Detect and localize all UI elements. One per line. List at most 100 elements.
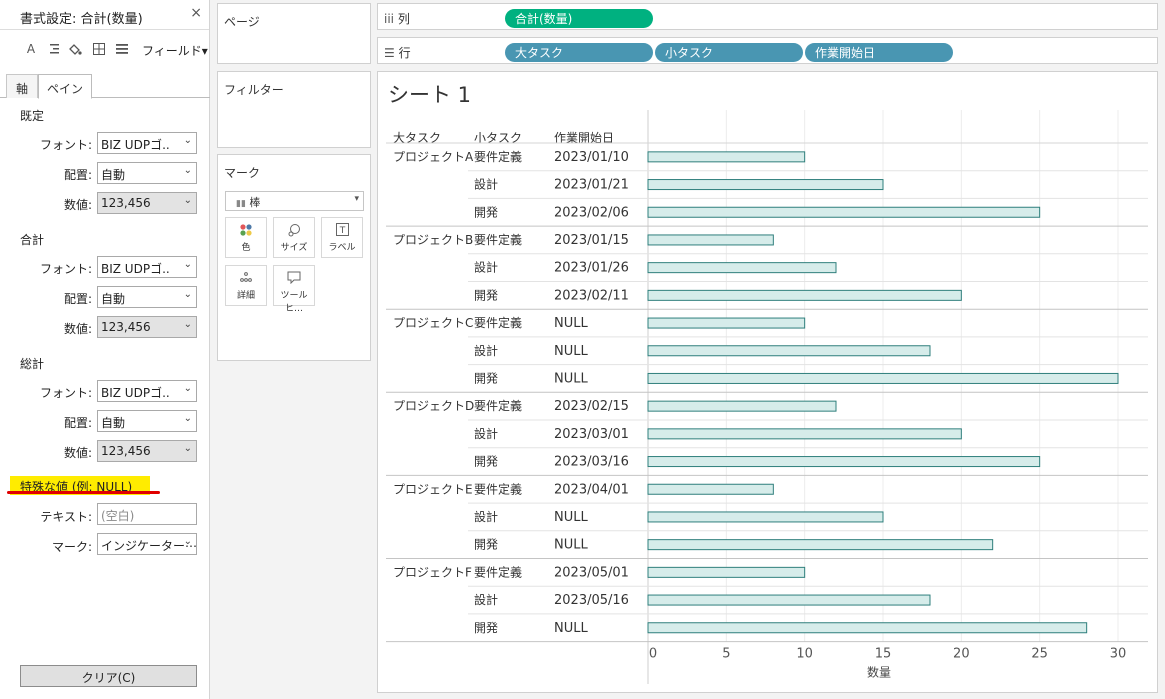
special-text-input[interactable]: (空白) xyxy=(97,503,197,525)
tooltip-button[interactable]: ツールヒ… xyxy=(273,265,315,314)
special-marks-dropdown[interactable]: インジケーター⋯ ⌄ xyxy=(97,533,197,555)
bar xyxy=(647,511,884,523)
font-dropdown[interactable]: BIZ UDPゴ.. ⌄ xyxy=(97,132,197,154)
row-task-label: 設計 xyxy=(474,592,498,607)
row-task-label: 要件定義 xyxy=(474,398,522,413)
row-date-label: NULL xyxy=(554,316,588,331)
filters-card[interactable]: フィルター xyxy=(217,71,371,148)
bar xyxy=(647,539,994,551)
font-dropdown[interactable]: BIZ UDPゴ.. ⌄ xyxy=(97,256,197,278)
detail-icon xyxy=(226,266,266,288)
alignment-dropdown[interactable]: 自動 ⌄ xyxy=(97,286,197,308)
x-tick-label: 20 xyxy=(953,647,970,662)
columns-shelf[interactable]: iii 列 合計(数量) xyxy=(377,3,1158,30)
row-date-label: 2023/01/10 xyxy=(554,150,629,165)
tab-axis[interactable]: 軸 xyxy=(6,74,38,98)
size-button[interactable]: サイズ xyxy=(273,217,315,258)
pill-major-task[interactable]: 大タスク xyxy=(505,43,653,62)
row-date-label: 2023/01/26 xyxy=(554,261,629,276)
section-title-grand-total: 総計 xyxy=(20,357,45,371)
format-toolbar: A フィールド▾ xyxy=(0,30,209,66)
lines-icon[interactable] xyxy=(115,42,129,56)
pages-card[interactable]: ページ xyxy=(217,3,371,64)
number-label: 数値: xyxy=(63,322,92,336)
text-label: テキスト: xyxy=(40,510,92,524)
font-label: フォント: xyxy=(39,138,92,152)
bar xyxy=(647,179,884,191)
row-group-label: プロジェクトA xyxy=(393,150,474,164)
row-group-label: プロジェクトB xyxy=(393,233,473,247)
detail-button[interactable]: 詳細 xyxy=(225,265,267,306)
format-tabs: 軸 ペイン xyxy=(0,74,210,99)
bar xyxy=(647,234,774,246)
row-date-label: 2023/04/01 xyxy=(554,482,629,497)
bar xyxy=(647,372,1119,384)
row-group-label: プロジェクトE xyxy=(393,482,473,496)
row-date-label: NULL xyxy=(554,538,588,553)
pill-minor-task[interactable]: 小タスク xyxy=(655,43,803,62)
row-task-label: 設計 xyxy=(474,509,498,524)
x-tick-label: 5 xyxy=(722,647,730,662)
row-task-label: 開発 xyxy=(474,621,498,635)
chevron-down-icon: ⌄ xyxy=(183,289,192,300)
row-date-label: NULL xyxy=(554,510,588,525)
chevron-down-icon: ▾ xyxy=(354,194,359,204)
pill-start-date[interactable]: 作業開始日 xyxy=(805,43,953,62)
row-date-label: 2023/02/15 xyxy=(554,399,629,414)
row-task-label: 要件定義 xyxy=(474,564,522,579)
shading-icon[interactable] xyxy=(68,42,82,56)
mark-type-dropdown[interactable]: ▮▮ 棒 ▾ xyxy=(225,191,364,211)
chevron-down-icon: ⌄ xyxy=(183,383,192,394)
format-pane: 書式設定: 合計(数量) × A フィールド▾ 軸 ペイン 既定 フォント: B… xyxy=(0,0,210,699)
borders-icon[interactable] xyxy=(92,42,106,56)
svg-text:T: T xyxy=(338,226,345,236)
alignment-dropdown[interactable]: 自動 ⌄ xyxy=(97,162,197,184)
tab-pane[interactable]: ペイン xyxy=(38,74,92,99)
marks-label: マーク: xyxy=(51,540,92,554)
number-dropdown[interactable]: 123,456 ⌄ xyxy=(97,316,197,338)
marks-card-title: マーク xyxy=(224,166,261,180)
filters-card-title: フィルター xyxy=(224,83,284,97)
row-date-label: 2023/02/06 xyxy=(554,205,629,220)
row-date-label: 2023/03/16 xyxy=(554,455,629,470)
bar xyxy=(647,428,962,440)
bar xyxy=(647,483,774,495)
row-group-label: プロジェクトF xyxy=(393,565,472,579)
bar xyxy=(647,400,837,412)
font-dropdown[interactable]: BIZ UDPゴ.. ⌄ xyxy=(97,380,197,402)
alignment-icon[interactable] xyxy=(46,42,60,56)
chevron-down-icon: ⌄ xyxy=(183,165,192,176)
color-button[interactable]: 色 xyxy=(225,217,267,258)
section-title-total: 合計 xyxy=(20,233,45,247)
bar xyxy=(647,317,806,329)
font-icon[interactable]: A xyxy=(24,42,38,56)
row-date-label: 2023/05/01 xyxy=(554,565,629,580)
label-button[interactable]: T ラベル xyxy=(321,217,363,258)
chevron-down-icon: ⌄ xyxy=(183,195,192,206)
rows-shelf[interactable]: ☰ 行 大タスク 小タスク 作業開始日 xyxy=(377,37,1158,64)
row-date-label: NULL xyxy=(554,371,588,386)
x-tick-label: 25 xyxy=(1031,647,1048,662)
pill-sum-quantity[interactable]: 合計(数量) xyxy=(505,9,653,28)
number-dropdown[interactable]: 123,456 ⌄ xyxy=(97,192,197,214)
row-task-label: 開発 xyxy=(474,538,498,552)
chevron-down-icon: ⌄ xyxy=(183,413,192,424)
number-dropdown[interactable]: 123,456 ⌄ xyxy=(97,440,197,462)
format-pane-title: 書式設定: 合計(数量) xyxy=(20,12,143,27)
color-icon xyxy=(226,218,266,240)
row-group-label: プロジェクトD xyxy=(393,399,474,413)
row-date-label: 2023/05/16 xyxy=(554,593,629,608)
chevron-down-icon: ⌄ xyxy=(183,319,192,330)
alignment-label: 配置: xyxy=(63,416,92,430)
columns-icon: iii xyxy=(384,12,395,26)
close-icon[interactable]: × xyxy=(190,5,202,21)
alignment-dropdown[interactable]: 自動 ⌄ xyxy=(97,410,197,432)
columns-shelf-label: iii 列 xyxy=(384,12,410,26)
row-task-label: 要件定義 xyxy=(474,232,522,247)
chevron-down-icon: ⌄ xyxy=(183,135,192,146)
clear-button[interactable]: クリア(C) xyxy=(20,665,197,687)
section-title-default: 既定 xyxy=(20,109,45,123)
number-label: 数値: xyxy=(63,198,92,212)
pages-card-title: ページ xyxy=(224,15,260,29)
field-dropdown[interactable]: フィールド▾ xyxy=(142,42,208,59)
